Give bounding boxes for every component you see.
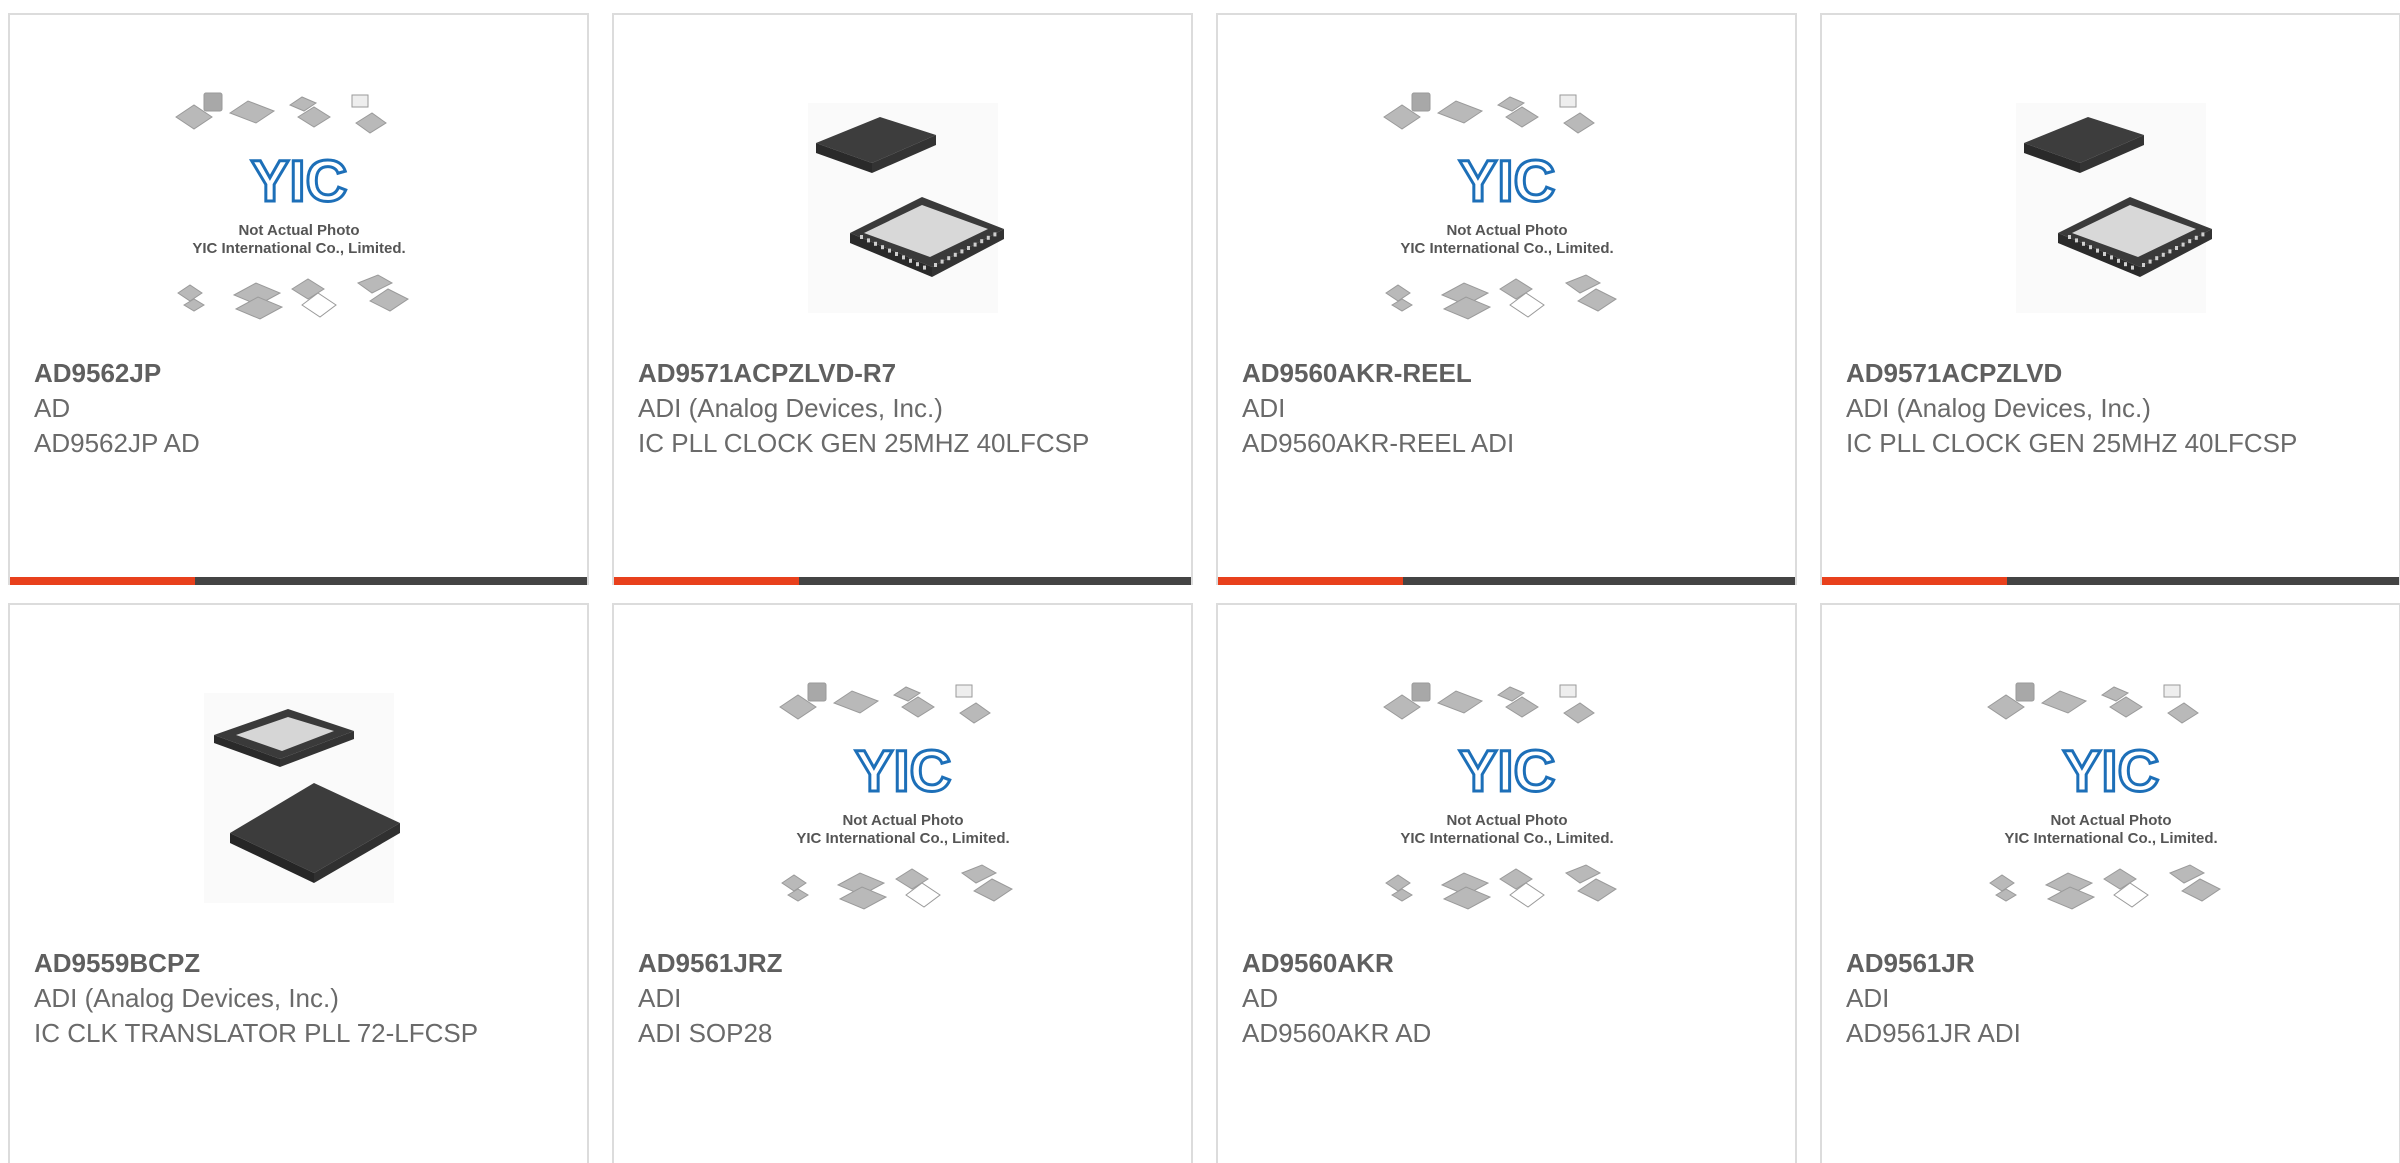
product-info: AD9561JR ADI AD9561JR ADI — [1846, 945, 2375, 1051]
yic-logo: YIC — [854, 739, 951, 804]
yic-logo: YIC — [2062, 739, 2159, 804]
description-label: AD9560AKR-REEL ADI — [1242, 428, 1515, 458]
progress-bar — [1218, 577, 1795, 585]
part-number-link[interactable]: AD9561JR — [1846, 945, 2375, 981]
product-card[interactable]: YIC Not Actual Photo YIC International C… — [1216, 13, 1797, 585]
placeholder-caption-1: Not Actual Photo — [1446, 812, 1567, 829]
manufacturer-label: AD — [1242, 983, 1279, 1013]
product-image[interactable]: YIC Not Actual Photo YIC International C… — [1372, 673, 1642, 923]
product-card[interactable]: AD9571ACPZLVD-R7 ADI (Analog Devices, In… — [612, 13, 1193, 585]
description-label: IC PLL CLOCK GEN 25MHZ 40LFCSP — [638, 428, 1090, 458]
placeholder-caption-2: YIC International Co., Limited. — [1400, 240, 1613, 257]
manufacturer-label: ADI — [1242, 393, 1286, 423]
qfn-chip-icon — [2015, 103, 2212, 313]
product-image[interactable] — [768, 83, 1038, 333]
product-info: AD9571ACPZLVD ADI (Analog Devices, Inc.)… — [1846, 355, 2375, 461]
product-image[interactable]: YIC Not Actual Photo YIC International C… — [1976, 673, 2246, 923]
description-label: AD9562JP AD — [34, 428, 200, 458]
manufacturer-label: ADI — [638, 983, 682, 1013]
product-image[interactable] — [1976, 83, 2246, 333]
yic-logo: YIC — [1458, 149, 1555, 214]
manufacturer-label: ADI (Analog Devices, Inc.) — [638, 393, 943, 423]
placeholder-caption-2: YIC International Co., Limited. — [1400, 830, 1613, 847]
product-info: AD9560AKR-REEL ADI AD9560AKR-REEL ADI — [1242, 355, 1771, 461]
progress-fill — [1218, 577, 1403, 585]
product-info: AD9571ACPZLVD-R7 ADI (Analog Devices, In… — [638, 355, 1167, 461]
placeholder-image-icon: YIC Not Actual Photo YIC International C… — [174, 92, 409, 320]
product-info: AD9560AKR AD AD9560AKR AD — [1242, 945, 1771, 1051]
placeholder-image-icon: YIC Not Actual Photo YIC International C… — [1382, 92, 1617, 320]
placeholder-caption-1: Not Actual Photo — [2050, 812, 2171, 829]
part-number-link[interactable]: AD9560AKR — [1242, 945, 1771, 981]
product-card[interactable]: YIC Not Actual Photo YIC International C… — [8, 13, 589, 585]
progress-fill — [614, 577, 799, 585]
description-label: IC CLK TRANSLATOR PLL 72-LFCSP — [34, 1018, 479, 1048]
qfn-chip-icon — [807, 103, 1004, 313]
yic-logo: YIC — [250, 149, 347, 214]
lfcsp-chip-icon — [203, 693, 400, 903]
part-number-link[interactable]: AD9559BCPZ — [34, 945, 563, 981]
description-label: AD9560AKR AD — [1242, 1018, 1432, 1048]
product-card[interactable]: AD9571ACPZLVD ADI (Analog Devices, Inc.)… — [1820, 13, 2400, 585]
manufacturer-label: ADI (Analog Devices, Inc.) — [1846, 393, 2151, 423]
yic-logo: YIC — [1458, 739, 1555, 804]
placeholder-image-icon: YIC Not Actual Photo YIC International C… — [1382, 682, 1617, 910]
product-image[interactable]: YIC Not Actual Photo YIC International C… — [1372, 83, 1642, 333]
part-number-link[interactable]: AD9562JP — [34, 355, 563, 391]
product-card[interactable]: YIC Not Actual Photo YIC International C… — [612, 603, 1193, 1163]
product-image[interactable]: YIC Not Actual Photo YIC International C… — [164, 83, 434, 333]
part-number-link[interactable]: AD9571ACPZLVD-R7 — [638, 355, 1167, 391]
manufacturer-label: ADI — [1846, 983, 1890, 1013]
manufacturer-label: AD — [34, 393, 71, 423]
part-number-link[interactable]: AD9561JRZ — [638, 945, 1167, 981]
placeholder-image-icon: YIC Not Actual Photo YIC International C… — [778, 682, 1013, 910]
manufacturer-label: ADI (Analog Devices, Inc.) — [34, 983, 339, 1013]
progress-bar — [1822, 577, 2399, 585]
part-number-link[interactable]: AD9560AKR-REEL — [1242, 355, 1771, 391]
progress-fill — [1822, 577, 2007, 585]
description-label: ADI SOP28 — [638, 1018, 773, 1048]
placeholder-caption-1: Not Actual Photo — [238, 222, 359, 239]
progress-fill — [10, 577, 195, 585]
placeholder-caption-1: Not Actual Photo — [1446, 222, 1567, 239]
product-card[interactable]: YIC Not Actual Photo YIC International C… — [1216, 603, 1797, 1163]
placeholder-caption-2: YIC International Co., Limited. — [2004, 830, 2217, 847]
product-image[interactable] — [164, 673, 434, 923]
product-info: AD9561JRZ ADI ADI SOP28 — [638, 945, 1167, 1051]
placeholder-caption-1: Not Actual Photo — [842, 812, 963, 829]
progress-bar — [614, 577, 1191, 585]
placeholder-caption-2: YIC International Co., Limited. — [192, 240, 405, 257]
part-number-link[interactable]: AD9571ACPZLVD — [1846, 355, 2375, 391]
progress-bar — [10, 577, 587, 585]
description-label: IC PLL CLOCK GEN 25MHZ 40LFCSP — [1846, 428, 2298, 458]
product-info: AD9562JP AD AD9562JP AD — [34, 355, 563, 461]
description-label: AD9561JR ADI — [1846, 1018, 2021, 1048]
product-card[interactable]: YIC Not Actual Photo YIC International C… — [1820, 603, 2400, 1163]
placeholder-caption-2: YIC International Co., Limited. — [796, 830, 1009, 847]
product-image[interactable]: YIC Not Actual Photo YIC International C… — [768, 673, 1038, 923]
product-grid: YIC Not Actual Photo YIC International C… — [0, 0, 2400, 1163]
product-card[interactable]: AD9559BCPZ ADI (Analog Devices, Inc.) IC… — [8, 603, 589, 1163]
product-info: AD9559BCPZ ADI (Analog Devices, Inc.) IC… — [34, 945, 563, 1051]
placeholder-image-icon: YIC Not Actual Photo YIC International C… — [1986, 682, 2221, 910]
